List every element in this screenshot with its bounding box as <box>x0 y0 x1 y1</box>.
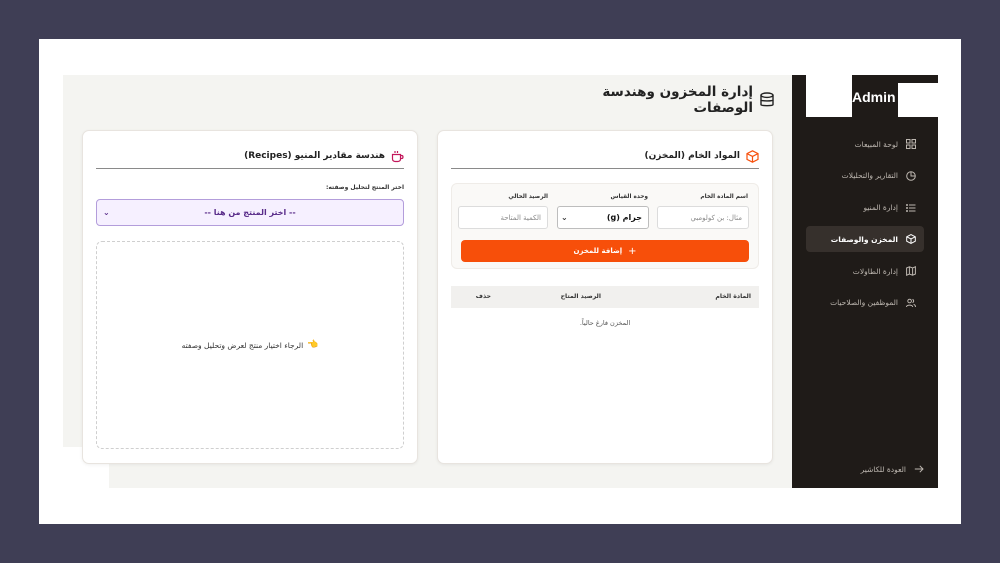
sidebar-item-label: الموظفين والصلاحيات <box>830 298 898 308</box>
unit-select-value: جرام (g) <box>606 213 642 222</box>
stock-input[interactable]: الكمية المتاحة <box>458 206 548 229</box>
page-title: إدارة المخزون وهندسة الوصفات <box>540 84 775 116</box>
dashboard-grid-icon <box>906 139 916 149</box>
recipes-card-title: هندسة مقادير المنيو (Recipes) <box>244 151 385 161</box>
add-to-inventory-button[interactable]: + إضافة للمخزن <box>461 240 749 262</box>
material-name-label: اسم المادة الخام <box>700 194 748 200</box>
recipe-empty-message: الرجاء اختيار منتج لعرض وتحليل وصفته <box>181 340 304 350</box>
page-title-text: إدارة المخزون وهندسة الوصفات <box>602 84 753 116</box>
unit-label: وحدة القياس <box>610 194 648 200</box>
arrow-right-icon <box>914 464 924 474</box>
column-header-material: المادة الخام <box>715 293 751 300</box>
sidebar-item-reports[interactable]: التقارير والتحليلات <box>806 163 924 189</box>
sidebar-item-label: إدارة المنيو <box>863 203 898 213</box>
divider <box>96 168 404 169</box>
brand-title: Admin <box>852 89 896 105</box>
product-select-value: -- اختر المنتج من هنا -- <box>204 208 296 217</box>
sidebar-nav: لوحة المبيعات التقارير والتحليلات إدارة … <box>806 131 924 322</box>
sidebar-item-inventory[interactable]: المخزن والوصفات <box>806 226 924 253</box>
recipe-empty-state: 👈 الرجاء اختيار منتج لعرض وتحليل وصفته <box>96 241 404 449</box>
raw-materials-card-header: المواد الخام (المخزن) <box>451 144 759 168</box>
sidebar-item-label: التقارير والتحليلات <box>841 171 898 181</box>
product-select-label: اختر المنتج لتحليل وصفته: <box>326 184 404 191</box>
inventory-table-header: المادة الخام الرصيد المتاح حذف <box>451 286 759 308</box>
column-header-delete: حذف <box>475 293 491 300</box>
raw-materials-card-title: المواد الخام (المخزن) <box>644 151 740 161</box>
box-icon <box>906 234 916 245</box>
add-material-form: اسم المادة الخام مثال: بن كولومبي وحدة ا… <box>451 183 759 269</box>
back-label: العودة للكاشير <box>860 464 906 474</box>
unit-select[interactable]: جرام (g) ⌄ <box>557 206 649 229</box>
sidebar-item-staff[interactable]: الموظفين والصلاحيات <box>806 290 924 316</box>
sidebar: Admin لوحة المبيعات التقارير والتحليلات … <box>792 75 938 488</box>
raw-materials-card: المواد الخام (المخزن) اسم المادة الخام م… <box>437 130 773 464</box>
back-to-cashier-link[interactable]: العودة للكاشير <box>861 464 924 474</box>
recipes-card: هندسة مقادير المنيو (Recipes) اختر المنت… <box>82 130 418 464</box>
database-icon <box>759 92 775 108</box>
column-header-stock: الرصيد المتاح <box>560 293 601 300</box>
pie-chart-icon <box>906 170 916 181</box>
sidebar-item-tables[interactable]: إدارة الطاولات <box>806 258 924 284</box>
product-select[interactable]: -- اختر المنتج من هنا -- ⌄ <box>96 199 404 226</box>
list-icon <box>906 203 916 213</box>
material-name-input[interactable]: مثال: بن كولومبي <box>657 206 749 229</box>
users-icon <box>906 298 916 308</box>
stock-label: الرصيد الحالي <box>508 194 548 200</box>
logo-block <box>806 75 852 117</box>
divider <box>451 168 759 169</box>
plus-icon: + <box>628 245 637 257</box>
recipes-card-header: هندسة مقادير المنيو (Recipes) <box>96 144 404 168</box>
coffee-cup-icon <box>391 150 404 163</box>
inventory-empty-message: المخزن فارغ حالياً. <box>579 319 631 327</box>
sidebar-item-label: لوحة المبيعات <box>854 139 898 149</box>
chevron-down-icon: ⌄ <box>561 213 568 222</box>
map-icon <box>906 266 916 277</box>
add-button-label: إضافة للمخزن <box>573 247 623 255</box>
sidebar-item-label: المخزن والوصفات <box>830 234 898 244</box>
chevron-down-icon: ⌄ <box>103 208 110 217</box>
sidebar-item-menu[interactable]: إدارة المنيو <box>806 195 924 221</box>
box-icon <box>746 149 759 163</box>
logo-block-right <box>898 83 938 117</box>
sidebar-item-sales-dashboard[interactable]: لوحة المبيعات <box>806 131 924 157</box>
pointing-hand-icon: 👈 <box>307 340 319 350</box>
sidebar-item-label: إدارة الطاولات <box>852 266 898 276</box>
